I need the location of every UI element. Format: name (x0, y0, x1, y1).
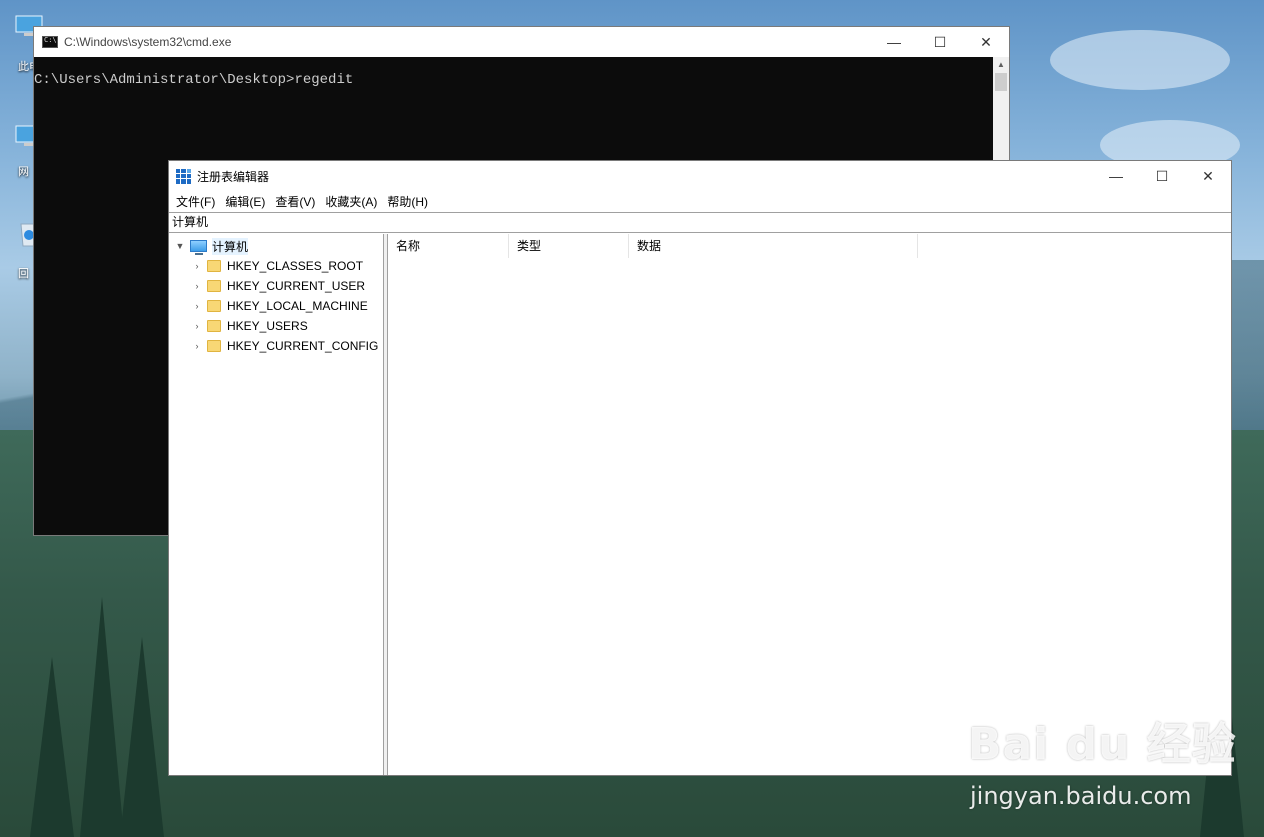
regedit-title: 注册表编辑器 (197, 169, 270, 184)
cmd-prompt-line: C:\Users\Administrator\Desktop>regedit (34, 72, 354, 88)
tree-item-hkcc[interactable]: › HKEY_CURRENT_CONFIG (191, 336, 379, 356)
tree (80, 597, 124, 837)
baidu-watermark: Bai du 经验 (968, 708, 1237, 772)
folder-icon (207, 260, 221, 272)
address-bar[interactable]: 计算机 (169, 212, 1231, 233)
computer-icon (190, 240, 207, 255)
menu-file[interactable]: 文件(F) (171, 193, 220, 210)
minimize-button[interactable]: — (1093, 161, 1139, 191)
tree-item-label: HKEY_LOCAL_MACHINE (227, 299, 368, 313)
regedit-window-controls: — ☐ ✕ (1093, 161, 1231, 191)
watermark-url: jingyan.baidu.com (970, 782, 1192, 810)
maximize-button[interactable]: ☐ (917, 27, 963, 57)
scroll-up-icon[interactable]: ▲ (993, 57, 1009, 71)
close-button[interactable]: ✕ (963, 27, 1009, 57)
maximize-button[interactable]: ☐ (1139, 161, 1185, 191)
tree-item-label: 计算机 (212, 237, 249, 255)
menu-bar: 文件(F) 编辑(E) 查看(V) 收藏夹(A) 帮助(H) (169, 191, 1231, 211)
regedit-titlebar[interactable]: 注册表编辑器 — ☐ ✕ (169, 161, 1231, 191)
watermark-brand: Bai du 经验 (968, 719, 1237, 770)
value-list[interactable]: 名称 类型 数据 (388, 234, 1231, 775)
chevron-right-icon[interactable]: › (191, 341, 203, 351)
chevron-right-icon[interactable]: › (191, 261, 203, 271)
tree-item-hku[interactable]: › HKEY_USERS (191, 316, 308, 336)
cmd-window-controls: — ☐ ✕ (871, 27, 1009, 57)
scroll-thumb[interactable] (995, 73, 1007, 91)
cmd-icon (42, 36, 58, 48)
tree-item-label: HKEY_CURRENT_USER (227, 279, 366, 293)
tree-item-computer[interactable]: ▼ 计算机 (174, 236, 249, 256)
folder-icon (207, 340, 221, 352)
column-header-type[interactable]: 类型 (509, 234, 629, 258)
menu-favorites[interactable]: 收藏夹(A) (320, 193, 382, 210)
column-header-name[interactable]: 名称 (388, 234, 509, 258)
chevron-right-icon[interactable]: › (191, 301, 203, 311)
tree-item-label: HKEY_CURRENT_CONFIG (227, 339, 379, 353)
desktop-icon-label: 网 (18, 166, 29, 178)
tree-item-label: HKEY_CLASSES_ROOT (227, 259, 364, 273)
menu-edit[interactable]: 编辑(E) (220, 193, 270, 210)
chevron-right-icon[interactable]: › (191, 321, 203, 331)
close-button[interactable]: ✕ (1185, 161, 1231, 191)
folder-icon (207, 300, 221, 312)
tree-item-label: HKEY_USERS (227, 319, 308, 333)
tree (120, 637, 164, 837)
key-tree[interactable]: ▼ 计算机 › HKEY_CLASSES_ROOT › HKEY_CURRENT… (169, 234, 384, 775)
chevron-right-icon[interactable]: › (191, 281, 203, 291)
menu-view[interactable]: 查看(V) (270, 193, 320, 210)
tree-item-hkcr[interactable]: › HKEY_CLASSES_ROOT (191, 256, 364, 276)
chevron-down-icon[interactable]: ▼ (174, 241, 186, 251)
desktop-icon-label: 回 (18, 268, 29, 280)
tree-item-hklm[interactable]: › HKEY_LOCAL_MACHINE (191, 296, 368, 316)
regedit-icon (176, 168, 191, 184)
tree (30, 657, 74, 837)
minimize-button[interactable]: — (871, 27, 917, 57)
cmd-title: C:\Windows\system32\cmd.exe (64, 35, 232, 49)
column-header-data[interactable]: 数据 (629, 234, 918, 258)
folder-icon (207, 280, 221, 292)
folder-icon (207, 320, 221, 332)
cmd-titlebar[interactable]: C:\Windows\system32\cmd.exe (34, 27, 1009, 57)
cloud (1050, 30, 1230, 90)
tree-item-hkcu[interactable]: › HKEY_CURRENT_USER (191, 276, 366, 296)
menu-help[interactable]: 帮助(H) (382, 193, 433, 210)
regedit-window[interactable]: 注册表编辑器 — ☐ ✕ 文件(F) 编辑(E) 查看(V) 收藏夹(A) 帮助… (168, 160, 1232, 776)
